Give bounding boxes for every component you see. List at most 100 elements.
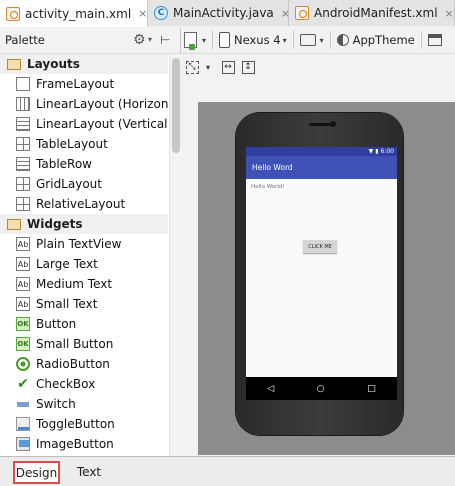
tab-activity-main-xml[interactable]: activity_main.xml × xyxy=(0,0,148,27)
palette-item-tablelayout[interactable]: TableLayout xyxy=(0,134,168,154)
palette-item-large-text[interactable]: Ab Large Text xyxy=(0,254,168,274)
zoom-toolbar: ⤡ ▾ ↔ ↕ xyxy=(181,55,455,79)
chevron-down-icon: ▾ xyxy=(319,35,324,45)
battery-icon: ▮ xyxy=(375,148,379,155)
hide-panel-icon[interactable]: ⊢ xyxy=(160,33,170,47)
palette-item-small-text[interactable]: Ab Small Text xyxy=(0,294,168,314)
toggle-button-icon xyxy=(16,417,30,431)
palette-item-label: ImageButton xyxy=(36,437,114,451)
tab-main-activity-java[interactable]: C MainActivity.java × xyxy=(148,0,289,26)
palette-item-relativelayout[interactable]: RelativeLayout xyxy=(0,194,168,214)
palette-category-layouts[interactable]: Layouts xyxy=(0,54,168,74)
back-icon: ◁ xyxy=(267,383,275,394)
palette-item-label: CheckBox xyxy=(36,377,96,391)
theme-label: AppTheme xyxy=(352,33,415,47)
palette-item-tablerow[interactable]: TableRow xyxy=(0,154,168,174)
tab-label: activity_main.xml xyxy=(25,6,132,21)
button-icon: OK xyxy=(16,317,30,331)
palette-item-plain-textview[interactable]: Ab Plain TextView xyxy=(0,234,168,254)
linear-horizontal-icon xyxy=(16,97,30,111)
expand-horizontal-icon[interactable]: ↔ xyxy=(220,59,236,75)
java-class-icon: C xyxy=(154,6,168,20)
chevron-down-icon[interactable]: ▾ xyxy=(200,59,216,75)
zoom-fit-icon[interactable]: ⤡ xyxy=(184,59,200,75)
palette-item-label: TableLayout xyxy=(36,137,108,151)
activity-icon xyxy=(427,34,442,46)
tab-label: MainActivity.java xyxy=(173,6,274,20)
palette-item-medium-text[interactable]: Ab Medium Text xyxy=(0,274,168,294)
action-bar[interactable]: Hello Word xyxy=(246,156,397,179)
table-layout-icon xyxy=(16,137,30,151)
palette-header: Palette ⚙ ▾ ⊢ xyxy=(0,27,180,54)
palette-item-button[interactable]: OK Button xyxy=(0,314,168,334)
status-bar: ▼ ▮ 6:00 xyxy=(246,147,397,156)
tab-text[interactable]: Text xyxy=(68,462,110,482)
palette-item-label: Small Button xyxy=(36,337,114,351)
toolbar-divider xyxy=(420,31,422,49)
checkbox-icon: ✔ xyxy=(16,376,30,392)
xml-manifest-icon xyxy=(295,6,309,20)
device-screen[interactable]: ▼ ▮ 6:00 Hello Word Hello World! CLICK M… xyxy=(246,147,397,400)
scrollbar-thumb[interactable] xyxy=(172,58,180,153)
chevron-down-icon[interactable]: ▾ xyxy=(148,35,152,44)
orientation-dropdown[interactable]: ▾ xyxy=(297,28,327,52)
close-icon[interactable]: × xyxy=(445,7,454,20)
palette-item-label: GridLayout xyxy=(36,177,102,191)
palette-item-small-button[interactable]: OK Small Button xyxy=(0,334,168,354)
chevron-down-icon: ▾ xyxy=(202,35,207,45)
gear-icon[interactable]: ⚙ xyxy=(133,32,146,48)
grid-layout-icon xyxy=(16,177,30,191)
device-dropdown[interactable]: Nexus 4 ▾ xyxy=(216,28,290,52)
layout-file-icon xyxy=(184,32,197,50)
navigation-bar: ◁ ○ □ xyxy=(246,377,397,400)
frame-layout-icon xyxy=(16,77,30,91)
theme-dropdown[interactable]: AppTheme xyxy=(334,28,418,52)
editor-tab-bar: activity_main.xml × C MainActivity.java … xyxy=(0,0,455,27)
palette-item-linearlayout-horizontal[interactable]: LinearLayout (Horizontal) xyxy=(0,94,168,114)
theme-icon xyxy=(336,34,349,46)
layout-editor-toolbar: ▾ Nexus 4 ▾ ▾ AppTheme xyxy=(181,27,455,54)
layout-variant-dropdown[interactable]: ▾ xyxy=(181,28,209,52)
palette-item-togglebutton[interactable]: ToggleButton xyxy=(0,414,168,434)
palette-item-label: Button xyxy=(36,317,77,331)
switch-icon xyxy=(16,397,30,411)
recents-icon: □ xyxy=(367,383,376,394)
palette-item-switch[interactable]: Switch xyxy=(0,394,168,414)
expand-vertical-icon[interactable]: ↕ xyxy=(240,59,256,75)
radio-button-icon xyxy=(16,357,30,371)
palette-item-imagebutton[interactable]: ImageButton xyxy=(0,434,168,454)
palette-item-linearlayout-vertical[interactable]: LinearLayout (Vertical) xyxy=(0,114,168,134)
android-studio-layout-editor: activity_main.xml × C MainActivity.java … xyxy=(0,0,455,486)
image-button-icon xyxy=(16,437,30,451)
table-row-icon xyxy=(16,157,30,171)
palette-item-radiobutton[interactable]: RadioButton xyxy=(0,354,168,374)
palette-item-gridlayout[interactable]: GridLayout xyxy=(0,174,168,194)
palette-item-label: Medium Text xyxy=(36,277,113,291)
tab-android-manifest-xml[interactable]: AndroidManifest.xml × xyxy=(289,0,455,26)
palette-item-label: ToggleButton xyxy=(36,417,115,431)
preview-click-me-button[interactable]: CLICK ME xyxy=(303,240,337,253)
device-icon xyxy=(219,32,231,48)
preview-textview[interactable]: Hello World! xyxy=(251,184,285,190)
palette-item-label: Switch xyxy=(36,397,76,411)
folder-icon xyxy=(7,218,21,230)
close-icon[interactable]: × xyxy=(281,7,288,20)
tab-label: AndroidManifest.xml xyxy=(314,6,438,20)
device-camera xyxy=(330,121,336,127)
palette-item-label: RadioButton xyxy=(36,357,110,371)
palette-item-framelayout[interactable]: FrameLayout xyxy=(0,74,168,94)
home-icon: ○ xyxy=(316,383,325,394)
palette-item-label: TableRow xyxy=(36,157,92,171)
toolbar-divider xyxy=(212,31,214,49)
activity-dropdown[interactable] xyxy=(425,28,445,52)
close-icon[interactable]: × xyxy=(138,7,147,20)
palette-list: Layouts FrameLayout LinearLayout (Horizo… xyxy=(0,54,168,456)
tab-design[interactable]: Design xyxy=(13,461,60,484)
xml-layout-icon xyxy=(6,6,20,21)
wifi-icon: ▼ xyxy=(368,148,374,155)
palette-scrollbar[interactable] xyxy=(169,54,181,456)
category-label: Widgets xyxy=(27,217,83,231)
status-time: 6:00 xyxy=(380,148,394,155)
palette-category-widgets[interactable]: Widgets xyxy=(0,214,168,234)
palette-item-checkbox[interactable]: ✔ CheckBox xyxy=(0,374,168,394)
